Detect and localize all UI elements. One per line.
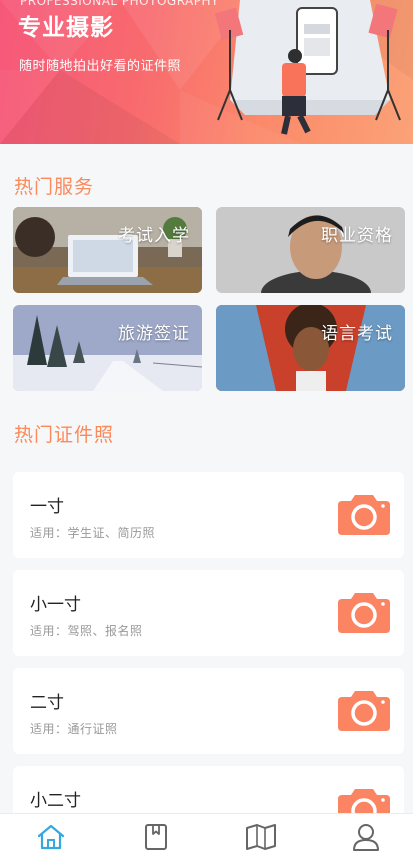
photo-size-card-1-inch[interactable]: 一寸 适用：学生证、简历照 (13, 472, 404, 558)
service-label: 旅游签证 (118, 324, 190, 344)
banner-title: 专业摄影 (18, 15, 114, 41)
header-banner: PROFESSIONAL PHOTOGRAPHY 专业摄影 随时随地拍出好看的证… (0, 0, 413, 144)
camera-icon[interactable] (338, 493, 390, 535)
hot-photos-title: 热门证件照 (14, 424, 115, 446)
photo-size-card-2-inch[interactable]: 二寸 适用：通行证照 (13, 668, 404, 754)
bookmark-book-icon (145, 824, 167, 850)
snow-landscape-photo (13, 305, 202, 391)
photographer-illustration (214, 0, 401, 135)
service-card-exam-enrollment[interactable]: 考试入学 (13, 207, 202, 293)
tab-home[interactable] (35, 822, 67, 852)
tab-guide[interactable] (245, 822, 277, 852)
laptop-photo (13, 207, 202, 293)
photo-size-name: 小一寸 (30, 595, 81, 615)
photo-size-usage: 适用：驾照、报名照 (30, 624, 143, 638)
user-icon (353, 824, 379, 851)
camera-icon[interactable] (338, 591, 390, 633)
photo-size-card-small-1-inch[interactable]: 小一寸 适用：驾照、报名照 (13, 570, 404, 656)
photo-size-name: 二寸 (30, 693, 64, 713)
photo-size-name: 小二寸 (30, 791, 81, 811)
bottom-tab-bar (0, 813, 413, 853)
banner-subtitle: 随时随地拍出好看的证件照 (19, 59, 182, 74)
photo-size-name: 一寸 (30, 497, 64, 517)
service-card-travel-visa[interactable]: 旅游签证 (13, 305, 202, 391)
photo-size-usage: 适用：学生证、简历照 (30, 526, 156, 540)
tab-album[interactable] (140, 822, 172, 852)
service-label: 语言考试 (321, 324, 393, 344)
camera-icon[interactable] (338, 689, 390, 731)
man-portrait-photo (216, 207, 405, 293)
tab-profile[interactable] (350, 822, 382, 852)
service-label: 考试入学 (118, 226, 190, 246)
service-card-professional-qualification[interactable]: 职业资格 (216, 207, 405, 293)
photo-size-usage: 适用：通行证照 (30, 722, 118, 736)
open-book-icon (246, 824, 276, 850)
banner-english-title: PROFESSIONAL PHOTOGRAPHY (20, 0, 219, 8)
woman-portrait-photo (216, 305, 405, 391)
service-card-language-exam[interactable]: 语言考试 (216, 305, 405, 391)
service-label: 职业资格 (321, 226, 393, 246)
hot-services-title: 热门服务 (14, 176, 95, 198)
home-icon (37, 824, 65, 850)
